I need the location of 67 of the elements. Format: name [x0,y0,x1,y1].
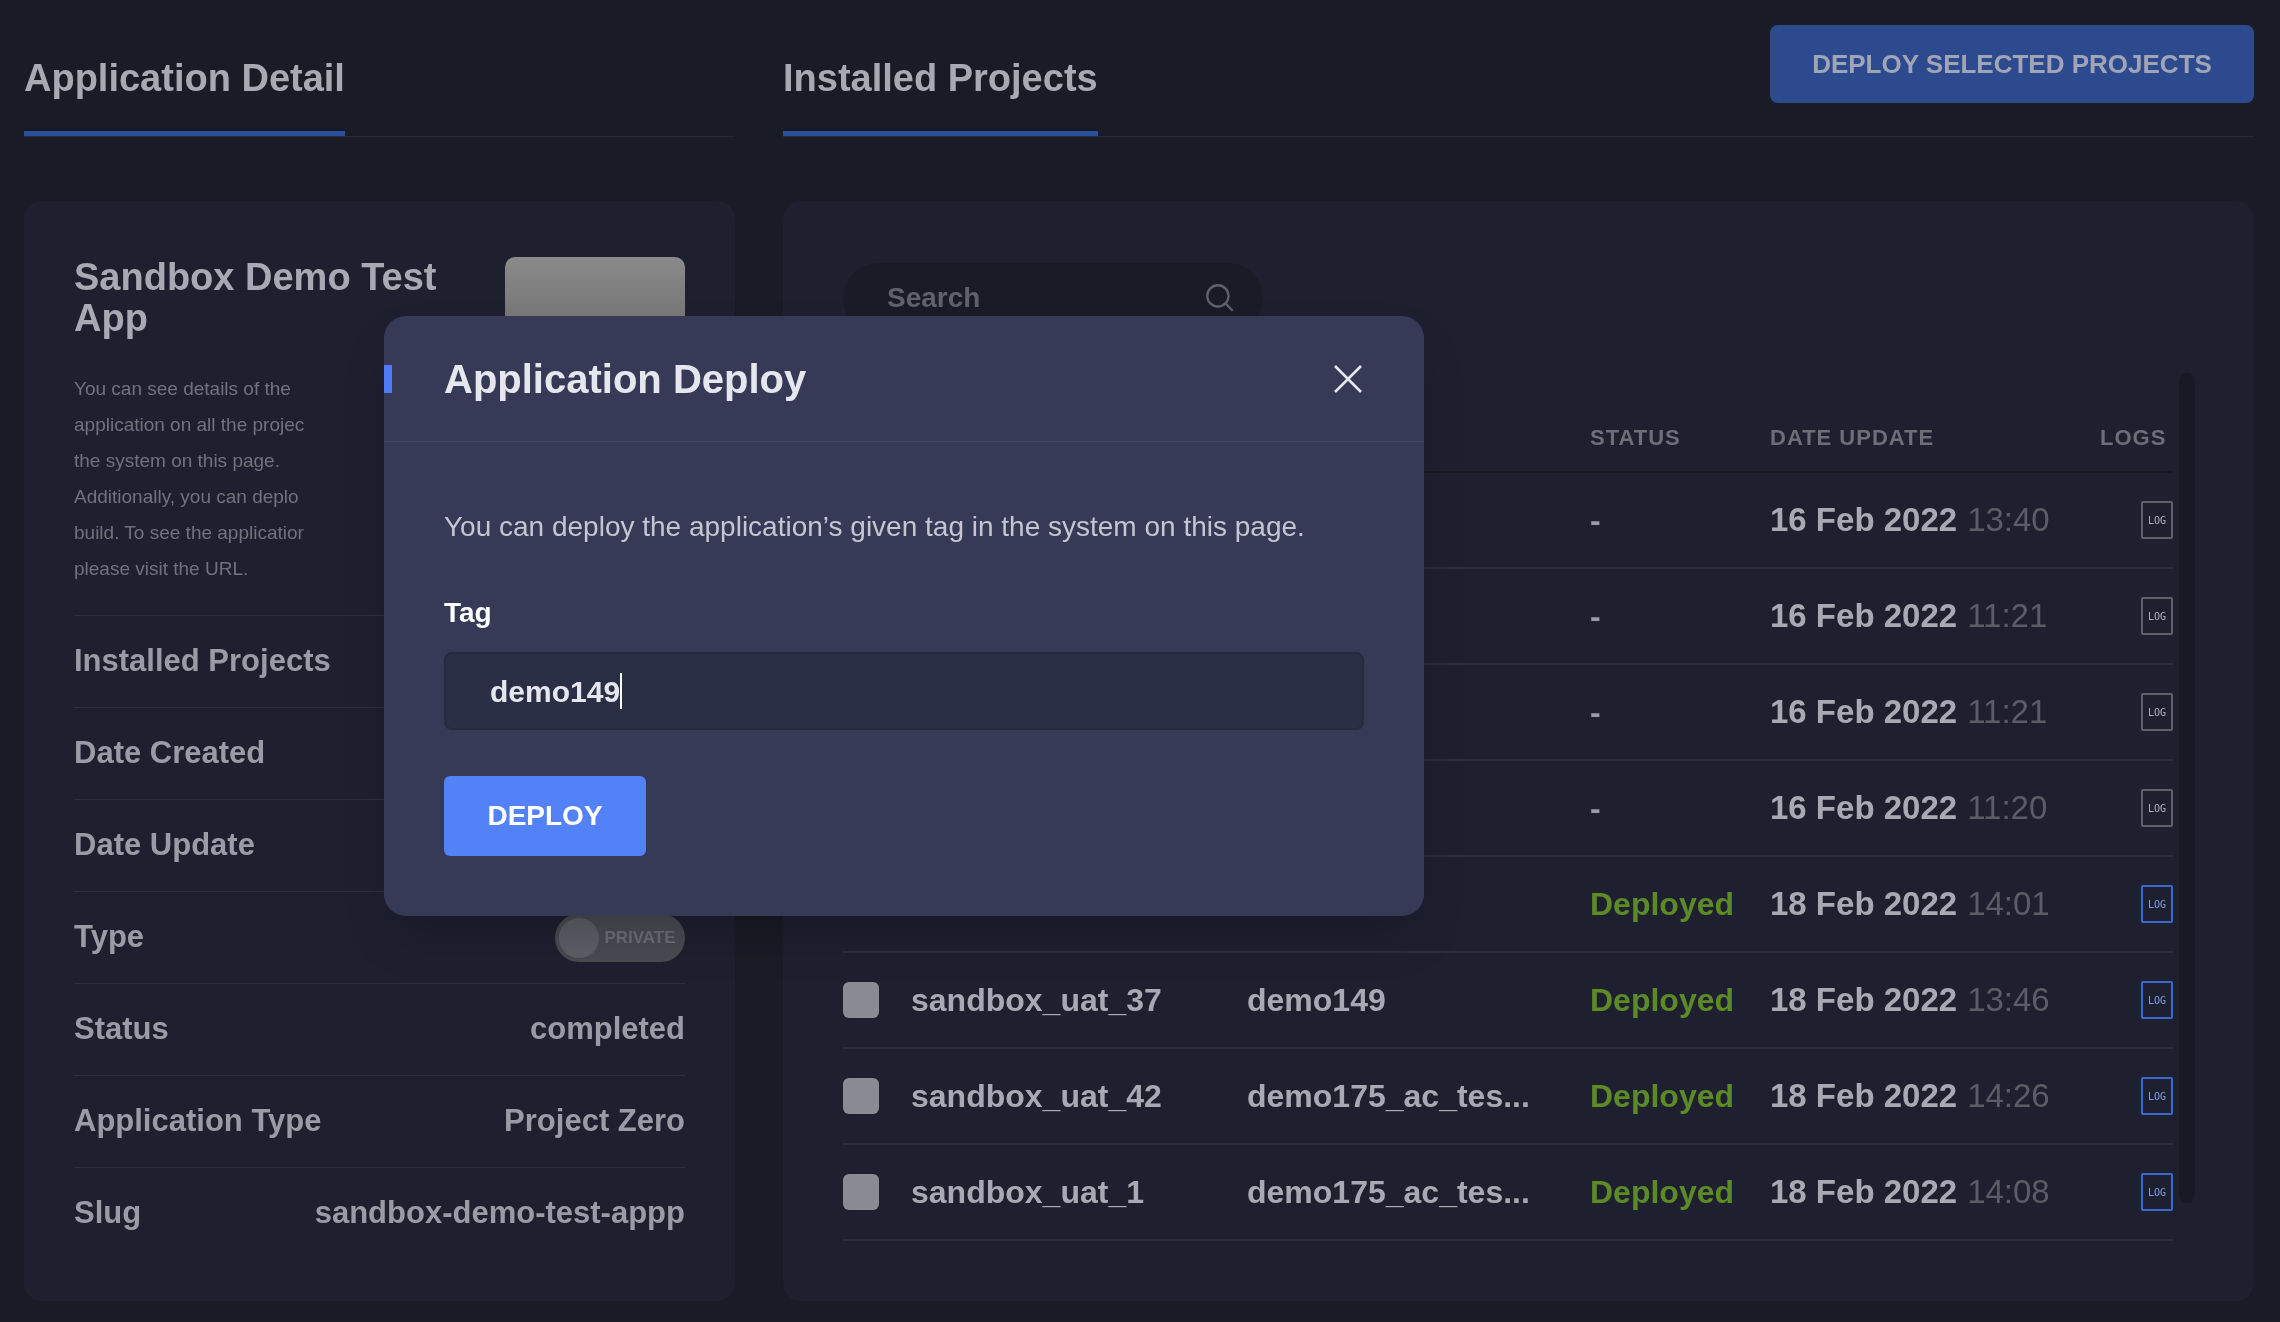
time-text: 13:46 [1967,981,2050,1019]
detail-value: completed [529,1010,685,1049]
project-name: sandbox_uat_1 [911,1174,1144,1210]
time-text: 14:08 [1967,1173,2050,1211]
log-button[interactable]: LOG [2141,789,2173,827]
log-button[interactable]: LOG [2141,597,2173,635]
row-checkbox[interactable] [843,1174,879,1210]
detail-label: Date Created [74,734,266,773]
log-button[interactable]: LOG [2141,693,2173,731]
section-tab[interactable]: Installed Projects [783,50,1098,136]
row-checkbox[interactable] [843,982,879,1018]
detail-label: Slug [74,1194,142,1233]
date-text: 18 Feb 2022 [1770,1173,1958,1211]
time-text: 13:40 [1967,501,2050,539]
status-text: Deployed [1590,1078,1735,1114]
status-text: Deployed [1590,886,1735,922]
column-header: STATUS [1590,423,1682,452]
tag-name: demo175_ac_tes... [1247,1174,1530,1210]
detail-label: Type [74,918,145,957]
tag-name: demo175_ac_tes... [1247,1078,1530,1114]
section-tab[interactable]: Application Detail [24,50,345,136]
date-text: 16 Feb 2022 [1770,693,1958,731]
accent-bar [384,365,392,393]
detail-value: sandbox-demo-test-appp [314,1194,685,1233]
date-text: 18 Feb 2022 [1770,1077,1958,1115]
time-text: 11:21 [1967,597,2048,635]
row-checkbox[interactable] [843,1078,879,1114]
time-text: 11:20 [1967,789,2048,827]
date-text: 18 Feb 2022 [1770,885,1958,923]
detail-value: Project Zero [504,1102,685,1141]
status-text: - [1590,694,1601,730]
time-text: 11:21 [1967,693,2048,731]
status-text: Deployed [1590,982,1735,1018]
date-text: 16 Feb 2022 [1770,789,1958,827]
log-button[interactable]: LOG [2141,1077,2173,1115]
status-text: - [1590,790,1601,826]
log-button[interactable]: LOG [2141,1173,2173,1211]
time-text: 14:26 [1967,1077,2050,1115]
log-button[interactable]: LOG [2141,981,2173,1019]
log-button[interactable]: LOG [2141,501,2173,539]
date-text: 18 Feb 2022 [1770,981,1958,1019]
tag-input-field[interactable]: demo149 [444,652,1364,730]
tag-name: demo149 [1247,982,1386,1018]
status-text: - [1590,502,1601,538]
status-text: Deployed [1590,1174,1735,1210]
app-title: Sandbox Demo Test App [74,257,438,341]
date-text: 16 Feb 2022 [1770,597,1958,635]
detail-label: Application Type [74,1102,322,1141]
detail-label: Installed Projects [74,642,331,681]
log-button[interactable]: LOG [2141,885,2173,923]
dialog-title: Application Deploy [444,355,807,403]
field-label: Tag [444,596,493,630]
deploy-selected-button[interactable]: DEPLOY SELECTED PROJECTS [1770,25,2254,103]
detail-label: Date Update [74,826,255,865]
time-text: 14:01 [1967,885,2050,923]
dialog-description: You can deploy the application’s given tag in the system on this page. [444,510,1306,544]
column-header: LOGS [2100,423,2168,452]
date-text: 16 Feb 2022 [1770,501,1958,539]
app-description: You can see details of the application on all the projec the system on this page. Additionally, you can deplo build. To see the applicatior please visit the URL. [74,377,306,581]
project-name: sandbox_uat_37 [911,982,1162,1018]
detail-label: Status [74,1010,169,1049]
close-icon [1332,362,1364,395]
project-name: sandbox_uat_42 [911,1078,1162,1114]
column-header: DATE UPDATE [1770,423,1936,452]
close-button[interactable] [1332,362,1364,395]
deploy-button[interactable]: DEPLOY [444,776,646,856]
status-text: - [1590,598,1601,634]
